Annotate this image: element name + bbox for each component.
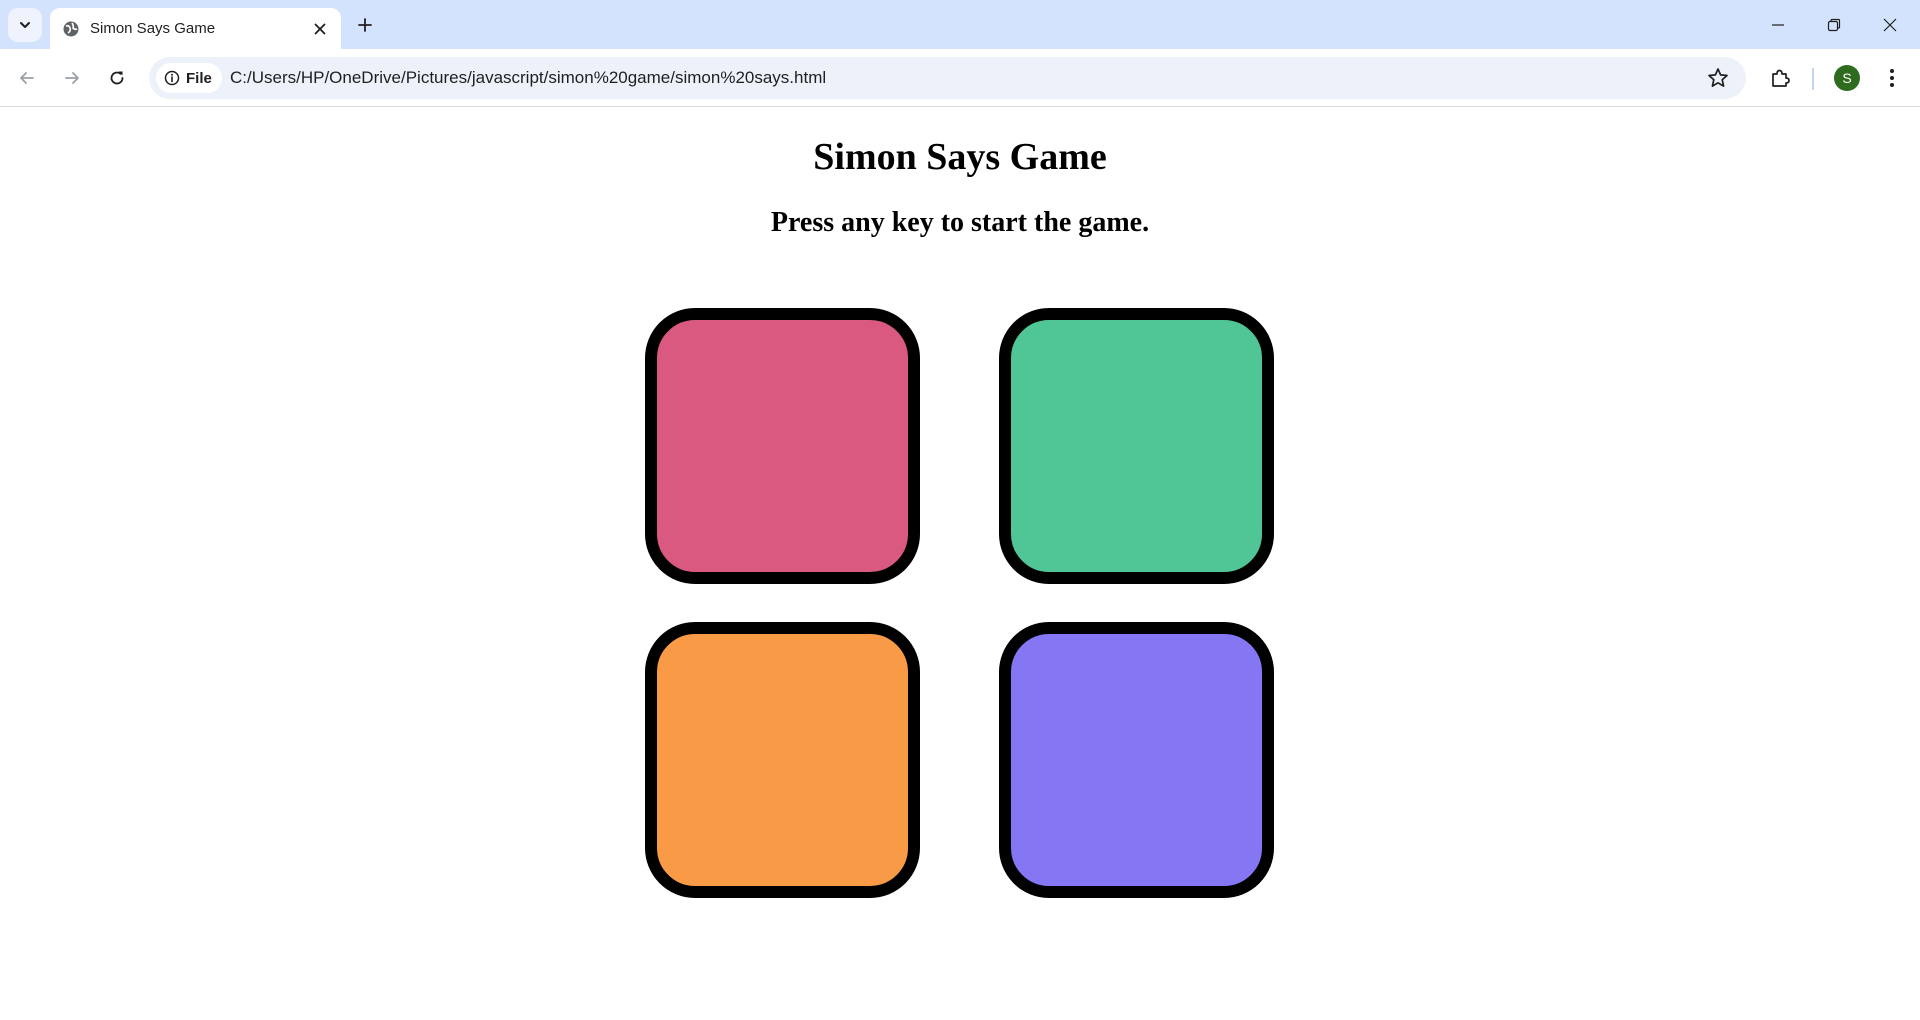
chevron-down-icon xyxy=(20,22,30,28)
red-button[interactable] xyxy=(645,308,920,584)
page-content: Simon Says Game Press any key to start t… xyxy=(0,108,1920,1020)
extensions-button[interactable] xyxy=(1762,60,1798,96)
arrow-right-icon xyxy=(65,72,79,84)
profile-avatar[interactable]: S xyxy=(1834,65,1860,91)
arrow-left-icon xyxy=(20,72,34,84)
restore-button[interactable] xyxy=(1806,0,1862,49)
url-text[interactable]: C:/Users/HP/OneDrive/Pictures/javascript… xyxy=(230,68,826,88)
forward-button[interactable] xyxy=(54,60,90,96)
back-button[interactable] xyxy=(9,60,45,96)
close-tab-button[interactable] xyxy=(309,18,331,40)
tab-strip: Simon Says Game xyxy=(0,0,1920,49)
restore-icon xyxy=(1827,18,1841,31)
bookmark-star-icon[interactable] xyxy=(1706,66,1730,90)
game-board xyxy=(0,108,1920,1020)
puzzle-icon xyxy=(1772,69,1790,87)
site-info-chip[interactable]: File xyxy=(156,63,222,93)
minimize-icon xyxy=(1772,23,1784,26)
more-vertical-icon xyxy=(1890,69,1894,87)
new-tab-button[interactable] xyxy=(351,11,379,39)
green-button[interactable] xyxy=(999,308,1274,584)
reload-icon xyxy=(110,71,124,85)
tab-search-button[interactable] xyxy=(8,8,42,42)
site-info-label: File xyxy=(186,69,212,87)
info-icon xyxy=(164,70,180,86)
globe-icon xyxy=(63,21,79,37)
address-bar[interactable]: File C:/Users/HP/OneDrive/Pictures/javas… xyxy=(149,57,1746,99)
minimize-button[interactable] xyxy=(1750,0,1806,49)
browser-menu-button[interactable] xyxy=(1874,60,1910,96)
reload-button[interactable] xyxy=(99,60,135,96)
orange-button[interactable] xyxy=(645,622,920,898)
tab-title: Simon Says Game xyxy=(90,20,216,37)
purple-button[interactable] xyxy=(999,622,1274,898)
active-tab[interactable]: Simon Says Game xyxy=(50,8,341,49)
close-window-button[interactable] xyxy=(1862,0,1918,49)
close-icon xyxy=(314,23,326,35)
plus-icon xyxy=(358,18,372,32)
toolbar-divider xyxy=(1812,68,1814,90)
close-icon xyxy=(1883,18,1897,31)
browser-toolbar: File C:/Users/HP/OneDrive/Pictures/javas… xyxy=(0,49,1920,107)
